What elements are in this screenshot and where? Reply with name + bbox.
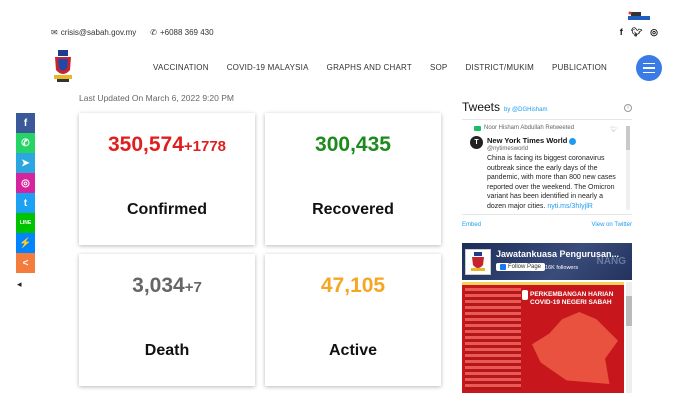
- facebook-page-widget: NANG Jawatankuasa Pengurusan... Follow P…: [462, 243, 632, 393]
- instagram-icon[interactable]: ◎: [650, 27, 658, 38]
- messenger-share-button[interactable]: ⚡: [16, 233, 35, 253]
- messenger-icon: ⚡: [19, 237, 32, 249]
- recovered-value: 300,435: [315, 133, 391, 156]
- twitter-icon: t: [23, 197, 28, 209]
- line-share-button[interactable]: LINE: [16, 213, 35, 233]
- boat-logo-icon: [628, 11, 650, 20]
- phone-link[interactable]: ✆ +6088 369 430: [150, 28, 213, 37]
- active-label: Active: [328, 342, 378, 359]
- top-bar: ✉ crisis@sabah.gov.my ✆ +6088 369 430 f …: [0, 0, 692, 52]
- active-value: 47,105: [320, 274, 386, 297]
- share-sidebar: f ✆ ➤ ◎ t LINE ⚡ <: [16, 113, 35, 273]
- envelope-icon: ✉: [51, 28, 58, 37]
- nav-sop[interactable]: SOP: [430, 63, 448, 72]
- sabah-crest-logo[interactable]: [52, 48, 74, 86]
- menu-button[interactable]: [636, 55, 662, 81]
- facebook-icon: f: [23, 117, 28, 129]
- telegram-share-button[interactable]: ➤: [16, 153, 35, 173]
- social-links-top: f 🐦︎ ◎: [620, 27, 658, 38]
- post-crest-icon: [522, 290, 528, 300]
- nav-publication[interactable]: PUBLICATION: [552, 63, 607, 72]
- facebook-post-image[interactable]: PERKEMBANGAN HARIAN COVID-19 NEGERI SABA…: [462, 282, 624, 393]
- facebook-scrollbar[interactable]: [626, 282, 632, 393]
- instagram-icon: ◎: [21, 177, 30, 189]
- hamburger-icon: [643, 62, 655, 65]
- crest-icon: [471, 252, 485, 271]
- tweet-text: China is facing its biggest coronavirus …: [487, 155, 616, 210]
- whatsapp-share-button[interactable]: ✆: [16, 133, 35, 153]
- death-value: 3,034+7: [132, 274, 202, 297]
- tweets-footer: Embed View on Twitter: [462, 222, 632, 228]
- phone-icon: ✆: [150, 28, 157, 37]
- tweets-header: Tweets by @DGHisham: [462, 100, 548, 114]
- followers-count: 316K followers: [542, 265, 579, 271]
- last-updated: Last Updated On March 6, 2022 9:20 PM: [79, 93, 234, 103]
- confirmed-value: 350,574+1778: [107, 133, 227, 156]
- collapse-share-icon[interactable]: ◂: [17, 279, 22, 290]
- nav-vaccination[interactable]: VACCINATION: [153, 63, 209, 72]
- line-icon: LINE: [19, 220, 32, 226]
- recovered-label: Recovered: [312, 201, 394, 218]
- retweet-icon: [474, 125, 481, 131]
- facebook-page-name[interactable]: Jawatankuasa Pengurusan...: [496, 249, 619, 259]
- tweets-by-link[interactable]: by @DGHisham: [504, 107, 547, 113]
- twitter-timeline-widget: Tweets by @DGHisham i Noor Hisham Abdull…: [462, 100, 632, 234]
- share-icon: <: [22, 257, 29, 269]
- avatar[interactable]: T: [470, 136, 483, 149]
- email-link[interactable]: ✉ crisis@sabah.gov.my: [51, 28, 136, 37]
- retweet-line: Noor Hisham Abdullah Retweeted: [474, 125, 632, 131]
- telegram-icon: ➤: [21, 157, 30, 169]
- twitter-icon[interactable]: 🐦︎: [631, 27, 642, 38]
- tweet-item: Noor Hisham Abdullah Retweeted 🐦︎ T New …: [462, 119, 632, 215]
- instagram-share-button[interactable]: ◎: [16, 173, 35, 193]
- tweets-scrollbar[interactable]: [626, 126, 630, 210]
- view-on-twitter-link[interactable]: View on Twitter: [592, 222, 632, 228]
- contact-info: ✉ crisis@sabah.gov.my ✆ +6088 369 430: [51, 28, 214, 37]
- facebook-share-button[interactable]: f: [16, 113, 35, 133]
- recovered-card: 300,435 Recovered: [265, 113, 441, 245]
- nav-covid19-malaysia[interactable]: COVID-19 MALAYSIA: [227, 63, 309, 72]
- sabah-map-graphic: [532, 312, 618, 384]
- info-icon[interactable]: i: [624, 104, 632, 112]
- district-table-graphic: [465, 288, 521, 390]
- confirmed-label: Confirmed: [127, 201, 207, 218]
- confirmed-card: 350,574+1778 Confirmed: [79, 113, 255, 245]
- verified-icon: [569, 137, 577, 145]
- whatsapp-icon: ✆: [21, 137, 30, 149]
- follow-page-button[interactable]: Follow Page: [496, 263, 546, 271]
- active-card: 47,105 Active: [265, 254, 441, 386]
- embed-link[interactable]: Embed: [462, 222, 481, 228]
- facebook-icon: [500, 264, 506, 270]
- nav-graphs-and-chart[interactable]: GRAPHS AND CHART: [327, 63, 412, 72]
- tweet-author[interactable]: T New York Times World @nytimesworld: [470, 136, 632, 152]
- death-card: 3,034+7 Death: [79, 254, 255, 386]
- death-label: Death: [144, 342, 190, 359]
- post-title: PERKEMBANGAN HARIAN COVID-19 NEGERI SABA…: [530, 291, 614, 306]
- share-share-button[interactable]: <: [16, 253, 35, 273]
- facebook-page-avatar[interactable]: [465, 249, 491, 275]
- twitter-share-button[interactable]: t: [16, 193, 35, 213]
- main-nav: VACCINATION COVID-19 MALAYSIA GRAPHS AND…: [153, 63, 607, 72]
- nav-district-mukim[interactable]: DISTRICT/MUKIM: [465, 63, 534, 72]
- facebook-icon[interactable]: f: [620, 27, 623, 38]
- twitter-bird-icon: 🐦︎: [610, 127, 618, 133]
- tweet-link[interactable]: nyti.ms/3hIyjlR: [547, 203, 593, 210]
